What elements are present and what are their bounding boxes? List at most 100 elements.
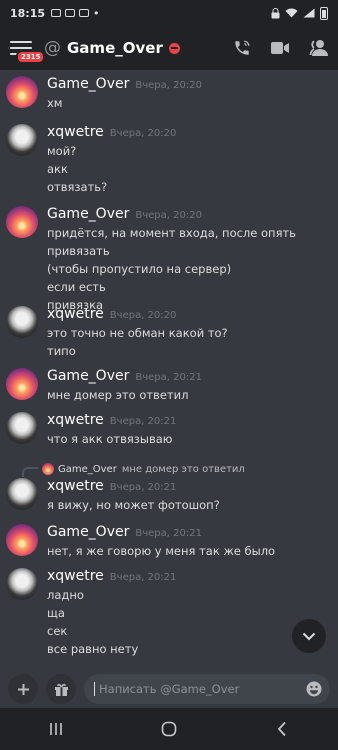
- message: Game_Over Вчера, 20:20 хм: [6, 76, 332, 112]
- menu-icon-line: [10, 47, 32, 49]
- status-bar: 18:15 •: [0, 0, 338, 26]
- message: xqwetre Вчера, 20:21 я вижу, но может фо…: [6, 478, 332, 514]
- message: Game_Over Вчера, 20:21 мне домер это отв…: [6, 368, 332, 404]
- avatar[interactable]: [6, 206, 38, 238]
- message-text: что я акк отвязываю: [47, 432, 173, 446]
- message-text: придётся, на момент входа, после опять п…: [47, 226, 296, 258]
- recent-apps-icon: [50, 723, 63, 735]
- message-text: ща: [47, 606, 65, 620]
- text-cursor: [94, 682, 95, 696]
- message-text: все равно нету: [47, 642, 139, 656]
- channel-header: 2315 @ Game_Over: [0, 26, 338, 70]
- message-author[interactable]: xqwetre: [47, 568, 104, 584]
- message-timestamp: Вчера, 20:21: [109, 482, 177, 493]
- back-button[interactable]: [262, 709, 302, 749]
- member-list-button[interactable]: [308, 38, 328, 58]
- instagram-notification-icon: [79, 9, 90, 17]
- message-author[interactable]: xqwetre: [47, 306, 104, 322]
- message-text: акк: [47, 162, 68, 176]
- message-text: нет, я же говорю у меня так же было: [47, 544, 276, 558]
- menu-button[interactable]: 2315: [10, 38, 46, 64]
- gallery-notification-icon: [51, 9, 62, 17]
- reply-text: мне домер это ответил: [121, 463, 245, 475]
- avatar[interactable]: [6, 368, 38, 400]
- message-author[interactable]: xqwetre: [47, 478, 104, 494]
- members-icon: [309, 40, 328, 56]
- battery-icon: [320, 6, 328, 20]
- avatar[interactable]: [6, 524, 38, 556]
- message-timestamp: Вчера, 20:21: [135, 528, 202, 539]
- reply-connector: [22, 467, 38, 477]
- message-timestamp: Вчера, 20:20: [109, 310, 177, 321]
- avatar[interactable]: [6, 76, 38, 108]
- message: xqwetre Вчера, 20:21 ладно ща сек все ра…: [6, 568, 332, 658]
- gift-button[interactable]: [46, 674, 76, 704]
- message-text: это точно не обман какой то?: [47, 326, 228, 340]
- message-timestamp: Вчера, 20:20: [109, 128, 177, 139]
- message-timestamp: Вчера, 20:20: [135, 80, 202, 91]
- recent-apps-button[interactable]: [36, 709, 76, 749]
- message-text: сек: [47, 624, 68, 638]
- menu-icon: [10, 41, 32, 43]
- message: xqwetre Вчера, 20:20 мой? акк отвязать?: [6, 124, 332, 196]
- message-author[interactable]: Game_Over: [47, 524, 129, 540]
- message-text: отвязать?: [47, 180, 108, 194]
- reply-reference[interactable]: Game_Over мне домер это ответил: [22, 461, 245, 477]
- phone-icon: [235, 40, 250, 55]
- message: Game_Over Вчера, 20:20 придётся, на моме…: [6, 206, 332, 314]
- video-camera-icon: [271, 42, 289, 54]
- reply-author: Game_Over: [58, 463, 117, 475]
- message-author[interactable]: xqwetre: [47, 124, 104, 140]
- dnd-status-icon: [168, 42, 180, 54]
- message-timestamp: Вчера, 20:20: [135, 210, 202, 221]
- status-time: 18:15: [10, 6, 46, 20]
- message-list[interactable]: Game_Over Вчера, 20:20 хм xqwetre Вчера,…: [0, 70, 338, 670]
- voice-call-button[interactable]: [232, 38, 252, 58]
- reply-avatar: [42, 463, 54, 475]
- video-call-button[interactable]: [270, 38, 290, 58]
- avatar[interactable]: [6, 412, 38, 444]
- message-input-placeholder: Написать @Game_Over: [99, 682, 240, 696]
- message-text: (чтобы пропустило на сервер): [47, 262, 232, 276]
- message-input[interactable]: Написать @Game_Over: [84, 674, 330, 704]
- system-icons: [271, 6, 328, 20]
- system-navigation-bar: [0, 708, 338, 750]
- message-author[interactable]: Game_Over: [47, 206, 129, 222]
- home-icon: [161, 721, 177, 737]
- message-timestamp: Вчера, 20:21: [109, 572, 177, 583]
- avatar[interactable]: [6, 478, 38, 510]
- status-dot: •: [93, 6, 100, 20]
- header-actions: [232, 38, 328, 58]
- message-author[interactable]: Game_Over: [47, 368, 129, 384]
- message-author[interactable]: xqwetre: [47, 412, 104, 428]
- avatar[interactable]: [6, 568, 38, 600]
- message-composer: Написать @Game_Over: [0, 670, 338, 708]
- notification-icons: •: [51, 7, 100, 20]
- message-text: мой?: [47, 144, 77, 158]
- message-author[interactable]: Game_Over: [47, 76, 129, 92]
- back-icon: [277, 721, 286, 737]
- message: Game_Over Вчера, 20:21 нет, я же говорю …: [6, 524, 332, 560]
- youtube-notification-icon: [65, 9, 76, 17]
- attach-button[interactable]: [8, 674, 38, 704]
- wifi-icon: [285, 8, 298, 18]
- message: xqwetre Вчера, 20:21 что я акк отвязываю: [6, 412, 332, 448]
- plus-icon: [17, 683, 29, 695]
- message-text: если есть: [47, 280, 106, 294]
- avatar[interactable]: [6, 306, 38, 338]
- signal-icon: [303, 8, 315, 18]
- emoji-icon[interactable]: [306, 681, 322, 697]
- message-text: мне домер это ответил: [47, 388, 189, 402]
- message: xqwetre Вчера, 20:20 это точно не обман …: [6, 306, 332, 360]
- lock-icon: [271, 7, 280, 18]
- gift-icon: [54, 683, 68, 696]
- mention-badge: 2315: [16, 50, 46, 64]
- home-button[interactable]: [149, 709, 189, 749]
- at-icon: @: [44, 38, 61, 58]
- jump-to-bottom-button[interactable]: [292, 619, 326, 653]
- chevron-down-icon: [302, 632, 316, 640]
- message-text: я вижу, но может фотошоп?: [47, 498, 220, 512]
- message-text: типо: [47, 344, 76, 358]
- message-text: ладно: [47, 588, 84, 602]
- avatar[interactable]: [6, 124, 38, 156]
